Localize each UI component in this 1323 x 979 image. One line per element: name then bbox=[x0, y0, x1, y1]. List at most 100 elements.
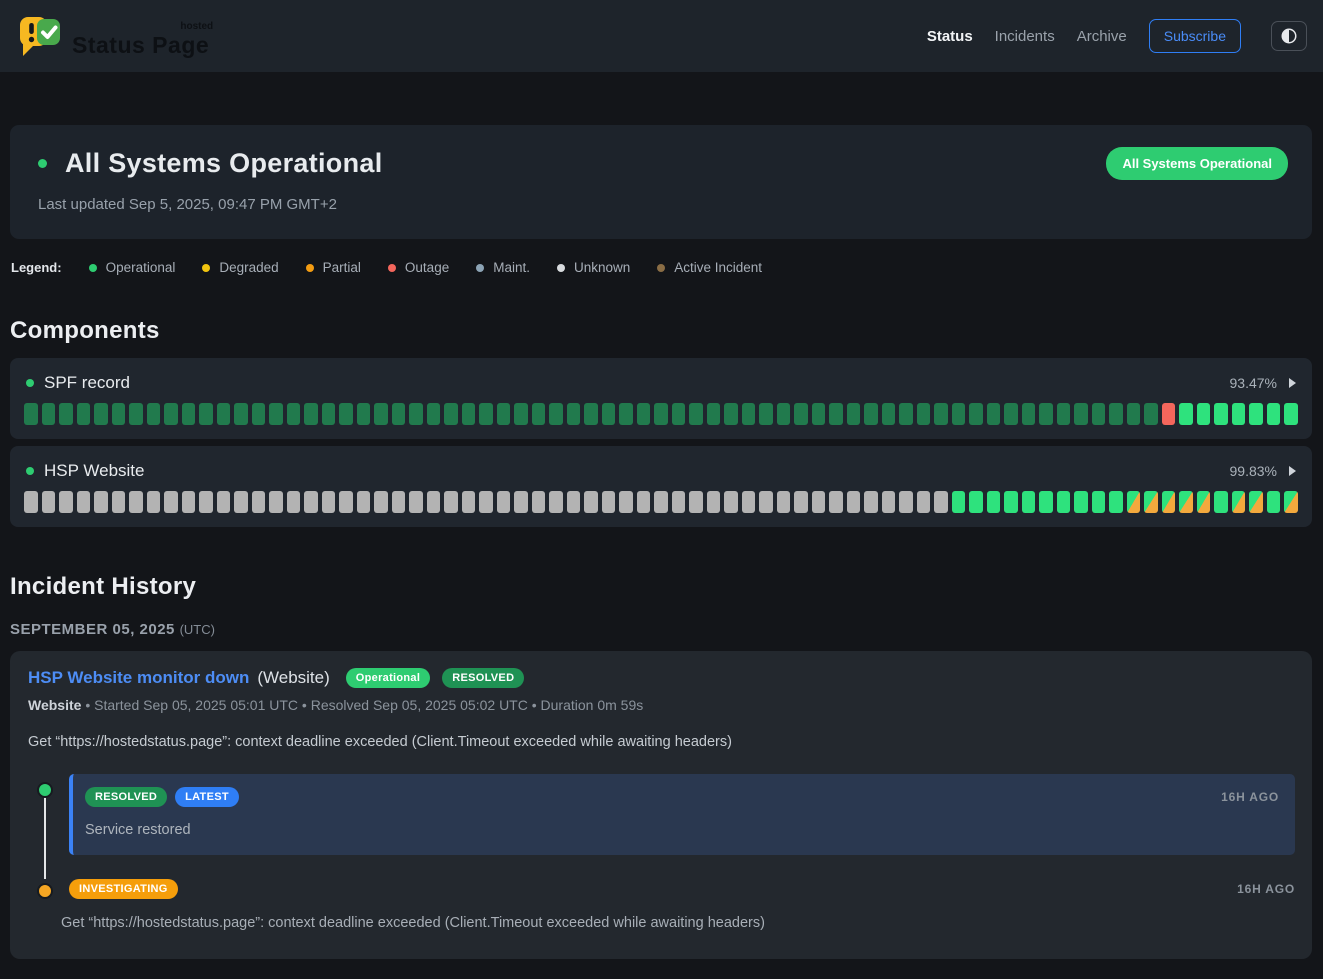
uptime-bar-operational-older[interactable] bbox=[252, 403, 266, 425]
uptime-bar-operational-older[interactable] bbox=[864, 403, 878, 425]
uptime-bar-operational-older[interactable] bbox=[724, 403, 738, 425]
uptime-bar-no-data[interactable] bbox=[899, 491, 913, 513]
uptime-bar-no-data[interactable] bbox=[129, 491, 143, 513]
uptime-bar-operational-older[interactable] bbox=[444, 403, 458, 425]
uptime-bar-operational-older[interactable] bbox=[1057, 403, 1071, 425]
uptime-bar-operational-older[interactable] bbox=[689, 403, 703, 425]
uptime-bar-operational-older[interactable] bbox=[637, 403, 651, 425]
uptime-bar-no-data[interactable] bbox=[409, 491, 423, 513]
uptime-bar-operational-older[interactable] bbox=[1004, 403, 1018, 425]
uptime-bar-no-data[interactable] bbox=[199, 491, 213, 513]
uptime-bar-no-data[interactable] bbox=[917, 491, 931, 513]
uptime-bar-operational-older[interactable] bbox=[304, 403, 318, 425]
uptime-bar-operational-older[interactable] bbox=[182, 403, 196, 425]
uptime-bar-no-data[interactable] bbox=[427, 491, 441, 513]
uptime-bar-operational-older[interactable] bbox=[549, 403, 563, 425]
uptime-bar-operational-older[interactable] bbox=[374, 403, 388, 425]
uptime-bar-no-data[interactable] bbox=[357, 491, 371, 513]
uptime-bar-no-data[interactable] bbox=[287, 491, 301, 513]
uptime-bar-no-data[interactable] bbox=[24, 491, 38, 513]
uptime-bar-no-data[interactable] bbox=[59, 491, 73, 513]
uptime-bar-operational-older[interactable] bbox=[1127, 403, 1141, 425]
uptime-bar-partial-degraded[interactable] bbox=[1232, 491, 1246, 513]
uptime-bar-no-data[interactable] bbox=[882, 491, 896, 513]
uptime-bar-operational-older[interactable] bbox=[1092, 403, 1106, 425]
uptime-bar-operational-older[interactable] bbox=[794, 403, 808, 425]
uptime-bar-operational[interactable] bbox=[1039, 491, 1053, 513]
uptime-bar-no-data[interactable] bbox=[812, 491, 826, 513]
uptime-bar-operational-older[interactable] bbox=[514, 403, 528, 425]
uptime-bar-operational-older[interactable] bbox=[812, 403, 826, 425]
uptime-bar-operational-older[interactable] bbox=[357, 403, 371, 425]
uptime-bar-operational-older[interactable] bbox=[654, 403, 668, 425]
uptime-bar-operational-older[interactable] bbox=[497, 403, 511, 425]
uptime-bar-operational-older[interactable] bbox=[462, 403, 476, 425]
uptime-bar-operational-older[interactable] bbox=[129, 403, 143, 425]
uptime-bar-operational-older[interactable] bbox=[917, 403, 931, 425]
uptime-bar-operational-older[interactable] bbox=[42, 403, 56, 425]
uptime-bar-operational-older[interactable] bbox=[829, 403, 843, 425]
uptime-bar-operational-older[interactable] bbox=[672, 403, 686, 425]
uptime-bar-operational-older[interactable] bbox=[339, 403, 353, 425]
uptime-bar-partial-degraded[interactable] bbox=[1179, 491, 1193, 513]
uptime-bar-no-data[interactable] bbox=[444, 491, 458, 513]
uptime-bar-operational[interactable] bbox=[1022, 491, 1036, 513]
uptime-bar-operational-recent[interactable] bbox=[1249, 403, 1263, 425]
uptime-bar-no-data[interactable] bbox=[42, 491, 56, 513]
uptime-bar-operational-older[interactable] bbox=[1109, 403, 1123, 425]
uptime-bar-operational-older[interactable] bbox=[479, 403, 493, 425]
uptime-bar-operational-older[interactable] bbox=[759, 403, 773, 425]
uptime-bar-no-data[interactable] bbox=[322, 491, 336, 513]
uptime-bar-operational-older[interactable] bbox=[392, 403, 406, 425]
uptime-bar-no-data[interactable] bbox=[164, 491, 178, 513]
uptime-bar-no-data[interactable] bbox=[94, 491, 108, 513]
uptime-bar-operational-older[interactable] bbox=[899, 403, 913, 425]
uptime-bar-operational-older[interactable] bbox=[199, 403, 213, 425]
uptime-bar-no-data[interactable] bbox=[497, 491, 511, 513]
expand-caret-icon[interactable] bbox=[1289, 378, 1296, 388]
uptime-bar-operational-older[interactable] bbox=[1039, 403, 1053, 425]
uptime-bar-operational-older[interactable] bbox=[77, 403, 91, 425]
uptime-bar-no-data[interactable] bbox=[829, 491, 843, 513]
uptime-bar-operational-older[interactable] bbox=[934, 403, 948, 425]
uptime-bar-no-data[interactable] bbox=[339, 491, 353, 513]
uptime-bar-operational[interactable] bbox=[1214, 491, 1228, 513]
uptime-bar-operational[interactable] bbox=[1109, 491, 1123, 513]
uptime-bar-operational-recent[interactable] bbox=[1267, 403, 1281, 425]
uptime-bar-no-data[interactable] bbox=[619, 491, 633, 513]
uptime-bar-operational[interactable] bbox=[987, 491, 1001, 513]
uptime-bar-operational-older[interactable] bbox=[24, 403, 38, 425]
uptime-bar-operational-recent[interactable] bbox=[1179, 403, 1193, 425]
uptime-bar-no-data[interactable] bbox=[864, 491, 878, 513]
uptime-bar-no-data[interactable] bbox=[304, 491, 318, 513]
uptime-bar-no-data[interactable] bbox=[532, 491, 546, 513]
uptime-bar-operational[interactable] bbox=[952, 491, 966, 513]
uptime-bar-operational[interactable] bbox=[969, 491, 983, 513]
uptime-bar-operational-older[interactable] bbox=[847, 403, 861, 425]
brand[interactable]: hosted Status Page bbox=[16, 13, 213, 59]
uptime-bar-operational-older[interactable] bbox=[584, 403, 598, 425]
uptime-bar-operational-older[interactable] bbox=[112, 403, 126, 425]
uptime-bar-operational[interactable] bbox=[1267, 491, 1281, 513]
uptime-bar-no-data[interactable] bbox=[934, 491, 948, 513]
uptime-bar-operational-older[interactable] bbox=[147, 403, 161, 425]
uptime-bar-operational-older[interactable] bbox=[427, 403, 441, 425]
uptime-bar-partial-degraded[interactable] bbox=[1249, 491, 1263, 513]
uptime-bar-no-data[interactable] bbox=[584, 491, 598, 513]
uptime-bar-no-data[interactable] bbox=[724, 491, 738, 513]
uptime-bar-operational-older[interactable] bbox=[987, 403, 1001, 425]
uptime-bar-no-data[interactable] bbox=[672, 491, 686, 513]
nav-incidents[interactable]: Incidents bbox=[995, 28, 1055, 45]
uptime-bar-no-data[interactable] bbox=[777, 491, 791, 513]
nav-archive[interactable]: Archive bbox=[1077, 28, 1127, 45]
uptime-bar-operational-older[interactable] bbox=[164, 403, 178, 425]
subscribe-button[interactable]: Subscribe bbox=[1149, 19, 1241, 53]
uptime-bar-operational-recent[interactable] bbox=[1197, 403, 1211, 425]
uptime-bar-no-data[interactable] bbox=[794, 491, 808, 513]
uptime-bar-no-data[interactable] bbox=[234, 491, 248, 513]
nav-status[interactable]: Status bbox=[927, 28, 973, 45]
uptime-bar-operational-older[interactable] bbox=[777, 403, 791, 425]
uptime-bar-outage[interactable] bbox=[1162, 403, 1176, 425]
uptime-bar-no-data[interactable] bbox=[654, 491, 668, 513]
uptime-bar-partial-degraded[interactable] bbox=[1162, 491, 1176, 513]
